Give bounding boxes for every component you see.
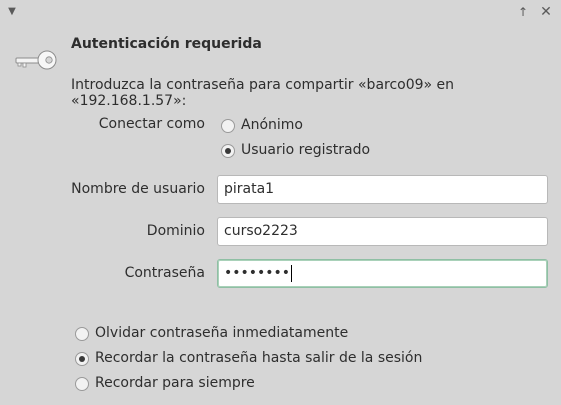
password-field[interactable]: •••••••• — [217, 259, 548, 288]
password-value: •••••••• — [224, 265, 291, 281]
close-icon[interactable]: ✕ — [538, 4, 554, 20]
radio-anonymous-label[interactable]: Anónimo — [241, 117, 303, 133]
window-titlebar: ▼ ↑ ✕ — [0, 0, 561, 24]
radio-forget-immediately[interactable] — [75, 327, 89, 341]
radio-registered-user-label[interactable]: Usuario registrado — [241, 142, 370, 158]
radio-remember-until-logout-label[interactable]: Recordar la contraseña hasta salir de la… — [95, 350, 422, 366]
radio-registered-user[interactable] — [221, 144, 235, 158]
radio-anonymous[interactable] — [221, 119, 235, 133]
radio-forget-immediately-label[interactable]: Olvidar contraseña inmediatamente — [95, 325, 348, 341]
dialog-intro: Introduzca la contraseña para compartir … — [71, 77, 455, 109]
radio-remember-forever[interactable] — [75, 377, 89, 391]
radio-remember-until-logout[interactable] — [75, 352, 89, 366]
key-icon — [15, 50, 57, 70]
radio-remember-forever-label[interactable]: Recordar para siempre — [95, 375, 255, 391]
connect-as-label: Conectar como — [98, 116, 205, 132]
chevron-down-icon[interactable]: ▼ — [6, 6, 18, 18]
username-field[interactable]: pirata1 — [217, 175, 548, 204]
password-label: Contraseña — [124, 265, 205, 281]
arrow-up-icon[interactable]: ↑ — [516, 4, 530, 20]
username-label: Nombre de usuario — [71, 181, 205, 197]
text-caret — [291, 264, 293, 282]
dialog-heading: Autenticación requerida — [71, 36, 262, 52]
domain-field[interactable]: curso2223 — [217, 217, 548, 246]
domain-label: Dominio — [146, 223, 205, 239]
